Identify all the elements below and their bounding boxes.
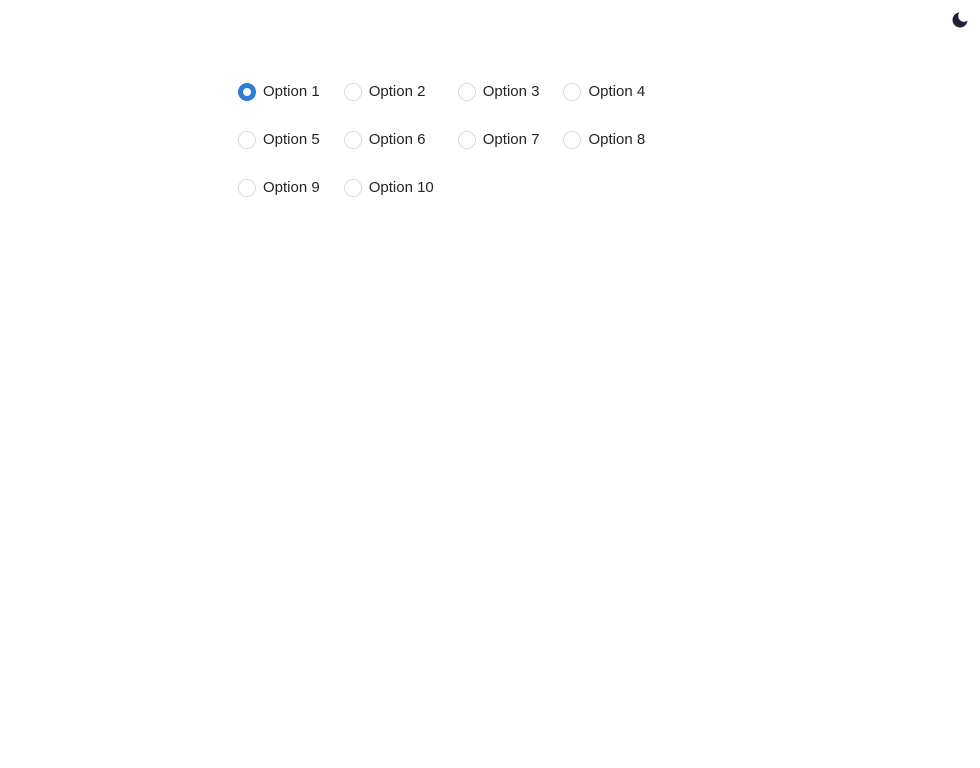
radio-option-1[interactable]: Option 1 (238, 80, 320, 104)
radio-button[interactable] (238, 83, 256, 101)
radio-option-8[interactable]: Option 8 (563, 128, 645, 152)
radio-label: Option 8 (588, 131, 646, 148)
radio-button[interactable] (343, 179, 362, 197)
radio-option-7[interactable]: Option 7 (457, 128, 540, 152)
page: Option 1 Option 2 Option 3 Option 4 Opti… (0, 0, 980, 768)
radio-option-10[interactable]: Option 10 (343, 176, 434, 200)
radio-button[interactable] (457, 131, 476, 149)
radio-label: Option 1 (263, 83, 320, 100)
radio-option-9[interactable]: Option 9 (238, 176, 320, 200)
radio-button[interactable] (238, 179, 256, 197)
radio-label: Option 6 (368, 131, 426, 148)
radio-button[interactable] (563, 83, 582, 101)
radio-label: Option 4 (588, 83, 646, 100)
radio-label: Option 10 (368, 179, 434, 196)
radio-label: Option 7 (482, 131, 540, 148)
radio-option-5[interactable]: Option 5 (238, 128, 320, 152)
radio-label: Option 9 (263, 179, 320, 196)
radio-label: Option 2 (368, 83, 426, 100)
radio-label: Option 3 (482, 83, 540, 100)
moon-icon (950, 10, 970, 30)
radio-button[interactable] (343, 83, 362, 101)
radio-option-4[interactable]: Option 4 (563, 80, 645, 104)
radio-option-3[interactable]: Option 3 (457, 80, 540, 104)
radio-button[interactable] (238, 131, 256, 149)
radio-option-2[interactable]: Option 2 (343, 80, 434, 104)
theme-toggle-button[interactable] (948, 8, 972, 32)
radio-label: Option 5 (263, 131, 320, 148)
radio-button[interactable] (457, 83, 476, 101)
radio-button[interactable] (563, 131, 582, 149)
radio-group: Option 1 Option 2 Option 3 Option 4 Opti… (238, 80, 645, 200)
radio-option-6[interactable]: Option 6 (343, 128, 434, 152)
radio-button[interactable] (343, 131, 362, 149)
